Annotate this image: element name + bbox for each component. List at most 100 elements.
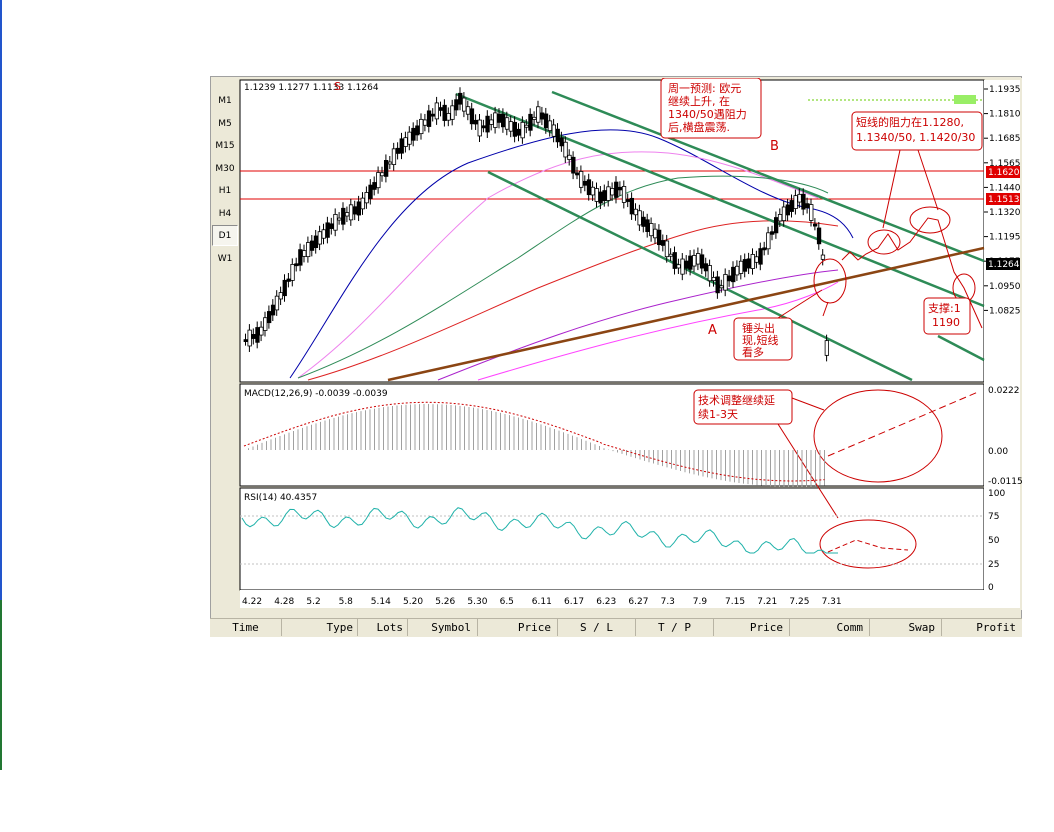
label-s: S <box>334 80 341 93</box>
candle-body <box>520 121 525 139</box>
hammer-line-2: 现,短线 <box>742 333 779 347</box>
candle-body <box>325 222 330 238</box>
candle-body <box>532 116 537 120</box>
timeframe-button-w1[interactable]: W1 <box>212 247 238 269</box>
candle-body <box>750 254 755 269</box>
candle-body <box>551 124 557 137</box>
candle-body <box>489 119 494 125</box>
candle-body <box>333 214 338 231</box>
candle-body <box>266 311 272 324</box>
candle-body <box>504 117 510 130</box>
date-axis-label: 4.22 <box>242 597 262 607</box>
candle-body <box>422 119 428 126</box>
date-axis-label: 7.9 <box>693 597 708 607</box>
date-axis-label: 5.26 <box>435 597 455 607</box>
timeframe-toolbar: M1 M5 M15 M30 H1 H4 D1 W1 <box>212 90 238 270</box>
candle-body <box>481 125 486 129</box>
timeframe-button-m15[interactable]: M15 <box>212 135 238 156</box>
hammer-line-3: 看多 <box>742 345 764 359</box>
candle-body <box>391 148 397 165</box>
candle-body <box>594 188 599 202</box>
candle-body <box>469 108 475 125</box>
candle-body <box>738 260 744 274</box>
candle-body <box>251 334 256 339</box>
timeframe-button-m5[interactable]: M5 <box>212 112 238 134</box>
rsi-panel[interactable] <box>239 487 985 591</box>
column-price-open[interactable]: Price <box>478 619 558 636</box>
candle-body <box>781 206 787 222</box>
hammer-line-1: 锤头出 <box>742 321 775 335</box>
candle-body <box>734 265 740 276</box>
candle-body <box>653 228 658 239</box>
timeframe-button-d1[interactable]: D1 <box>212 225 238 246</box>
candle-body <box>450 105 455 120</box>
candle-body <box>399 138 404 154</box>
candle-body <box>684 260 689 269</box>
column-type[interactable]: Type <box>282 619 358 636</box>
candle-body <box>512 121 518 137</box>
date-axis-label: 6.27 <box>628 597 648 607</box>
candle-body <box>746 258 752 269</box>
date-axis-label: 7.31 <box>822 597 842 607</box>
candle-body <box>426 110 432 127</box>
column-symbol[interactable]: Symbol <box>408 619 478 636</box>
chart-window[interactable]: 1.1239 1.1277 1.1133 1.1264 周一预测: 欧元 继续上… <box>238 78 1022 610</box>
rsi-axis-75: 75 <box>988 512 999 522</box>
column-commission[interactable]: Comm <box>790 619 870 636</box>
candle-body <box>438 107 443 111</box>
column-stop-loss[interactable]: S / L <box>558 619 636 636</box>
forecast-line-3: 1340/50遇阻力 <box>668 108 747 121</box>
candle-body <box>415 125 420 136</box>
price-axis-label: 1.1810 <box>989 110 1021 120</box>
column-price-current[interactable]: Price <box>714 619 790 636</box>
ohlc-header: 1.1239 1.1277 1.1133 1.1264 <box>244 83 379 93</box>
level-tag-1513-label: 1.1513 <box>988 195 1020 205</box>
candle-body <box>465 106 471 115</box>
date-axis-label: 5.20 <box>403 597 423 607</box>
column-lots[interactable]: Lots <box>358 619 408 636</box>
date-axis-label: 7.25 <box>789 597 809 607</box>
date-axis-label: 7.3 <box>661 597 675 607</box>
candle-body <box>282 279 287 297</box>
candle-body <box>263 317 268 331</box>
candle-body <box>497 113 502 123</box>
candle-body <box>508 121 514 132</box>
date-axis-label: 4.28 <box>274 597 294 607</box>
candle-body <box>590 186 596 196</box>
candle-body <box>742 259 748 272</box>
candle-body <box>762 247 767 251</box>
timeframe-button-h1[interactable]: H1 <box>212 180 238 201</box>
candle-body <box>547 120 553 132</box>
timeframe-button-h4[interactable]: H4 <box>212 202 238 224</box>
candle-body <box>380 172 385 177</box>
candle-body <box>610 188 615 196</box>
price-axis-label: 1.0950 <box>989 282 1021 292</box>
timeframe-button-m30[interactable]: M30 <box>212 157 238 179</box>
date-axis-label: 5.8 <box>339 597 354 607</box>
candle-body <box>575 172 580 176</box>
column-swap[interactable]: Swap <box>870 619 942 636</box>
candle-body <box>672 252 677 269</box>
candle-body <box>442 104 447 121</box>
column-time[interactable]: Time <box>210 619 282 636</box>
candle-body <box>387 161 393 165</box>
candle-body <box>278 292 283 300</box>
candle-body <box>766 232 771 250</box>
macd-axis-top: 0.0222 <box>988 386 1020 396</box>
candle-body <box>629 197 635 215</box>
macd-axis-zero: 0.00 <box>988 447 1008 457</box>
column-profit[interactable]: Profit <box>942 619 1022 636</box>
column-take-profit[interactable]: T / P <box>636 619 714 636</box>
candle-body <box>360 197 365 210</box>
candle-body <box>563 141 568 158</box>
timeframe-button-m1[interactable]: M1 <box>212 90 238 111</box>
candle-body <box>290 264 295 281</box>
candle-body <box>516 128 521 136</box>
date-axis-label: 6.17 <box>564 597 584 607</box>
candle-body <box>259 326 264 336</box>
candle-body <box>617 186 623 191</box>
support-line-1: 支撑:1 <box>928 301 961 315</box>
candle-body <box>785 204 790 216</box>
candle-body <box>645 219 650 232</box>
candle-body <box>758 248 763 265</box>
